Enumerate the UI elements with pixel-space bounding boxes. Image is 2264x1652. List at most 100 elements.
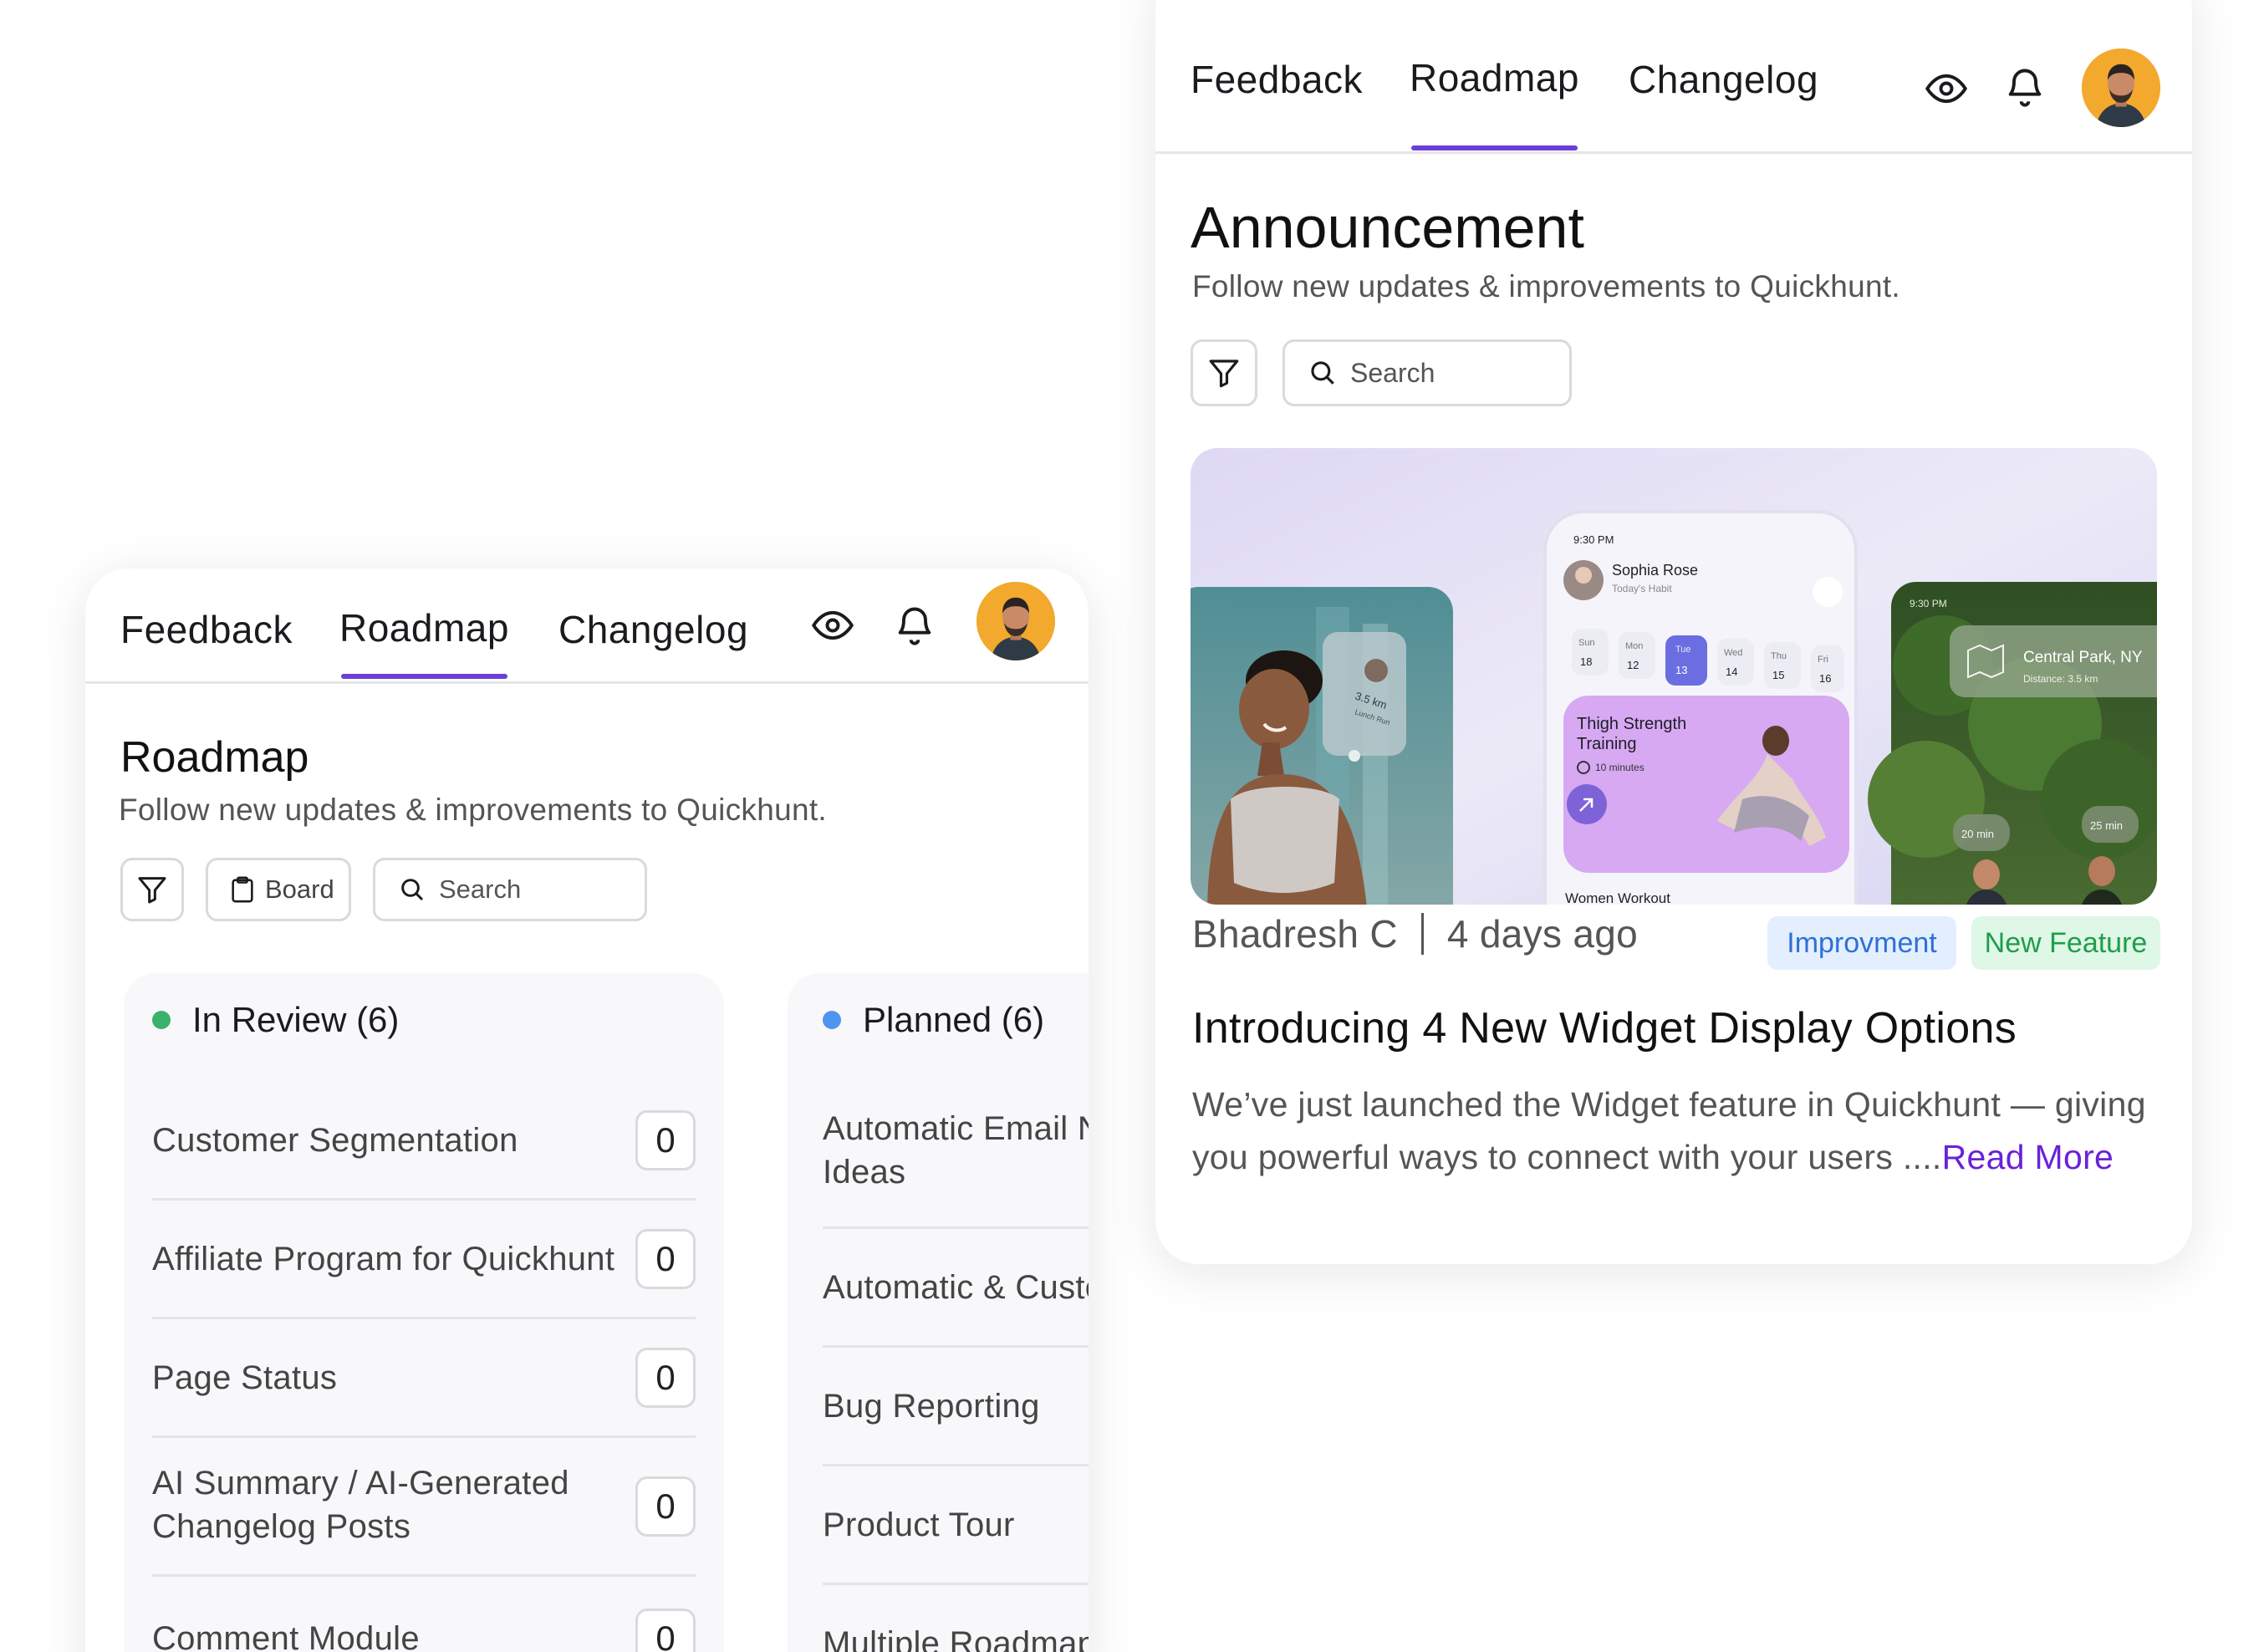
item-label: Page Status [152,1359,338,1396]
page-subtitle: Follow new updates & improvements to Qui… [1192,269,1900,303]
list-item[interactable]: Page Status 0 [152,1319,696,1438]
list-item[interactable]: Automatic Email N Ideas [823,1082,1089,1229]
meta-divider [1420,913,1424,955]
status-dot [152,1011,171,1029]
vote-count[interactable]: 0 [635,1229,696,1289]
tab-changelog[interactable]: Changelog [1629,57,1818,102]
right-card-chip: 25 min [2090,819,2123,832]
board-button-label: Board [265,874,334,904]
item-label: Bug Reporting [823,1388,1040,1425]
item-label: Changelog Posts [152,1508,411,1545]
top-nav: Feedback Roadmap Changelog [1155,0,2192,154]
list-item[interactable]: Affiliate Program for Quickhunt 0 [152,1201,696,1319]
workout-title: Thigh Strength [1577,715,1686,733]
date-label: 13 [1675,664,1687,676]
list-item[interactable]: Bug Reporting [823,1348,1089,1466]
date-label: 12 [1627,659,1639,671]
item-label: Automatic Email N [823,1110,1089,1147]
tab-roadmap[interactable]: Roadmap [339,605,509,679]
tab-feedback[interactable]: Feedback [1191,57,1363,102]
read-more-link[interactable]: Read More [1942,1138,2114,1176]
filter-button[interactable] [120,858,184,921]
bell-icon[interactable] [893,604,936,647]
eye-icon[interactable] [811,604,854,647]
phone-time: 9:30 PM [1573,533,1614,546]
filter-button[interactable] [1191,339,1257,406]
column-header: In Review (6) [152,1000,399,1040]
day-label: Mon [1625,641,1643,651]
post-author: Bhadresh C [1192,912,1398,956]
filter-icon [1209,359,1239,388]
day-label: Fri [1818,655,1828,665]
avatar[interactable] [2082,48,2160,127]
right-card-chip: 20 min [1961,828,1994,840]
day-label: Sun [1578,638,1595,648]
item-label: Comment Module [152,1620,420,1652]
workout-duration: 10 minutes [1595,762,1644,773]
right-card-distance: Distance: 3.5 km [2023,673,2098,685]
list-item[interactable]: Customer Segmentation 0 [152,1082,696,1201]
search-icon [1311,361,1334,385]
post-title[interactable]: Introducing 4 New Widget Display Options [1192,1003,2017,1053]
date-label: 16 [1819,672,1831,685]
search-placeholder: Search [1350,357,1435,388]
search-icon [401,879,424,901]
avatar[interactable] [976,582,1055,660]
day-label: Thu [1771,651,1787,661]
post-body: We’ve just launched the Widget feature i… [1192,1078,2162,1184]
announcement-image: 3.5 km Lunch Run 9:30 PM Sophia Rose Tod… [1191,448,2157,905]
eye-icon[interactable] [1925,67,1968,110]
tab-feedback[interactable]: Feedback [120,607,293,652]
column-header: Planned (6) [823,1000,1044,1040]
status-dot [823,1011,841,1029]
column-in-review: In Review (6) Customer Segmentation 0 Af… [124,973,724,1652]
tag-new-feature[interactable]: New Feature [1971,916,2160,970]
tab-changelog[interactable]: Changelog [558,607,748,652]
vote-count[interactable]: 0 [635,1476,696,1537]
workout-title: Training [1577,735,1637,753]
vote-count[interactable]: 0 [635,1110,696,1170]
clipboard-icon [232,876,253,903]
right-card-time: 9:30 PM [1910,598,1947,609]
item-label: Multiple Roadmaps [823,1625,1089,1652]
list-item[interactable]: Comment Module 0 [152,1577,696,1652]
date-label: 18 [1580,655,1592,668]
column-title: Planned (6) [863,1000,1045,1039]
board-button[interactable]: Board [206,858,351,921]
item-label: AI Summary / AI-Generated [152,1465,569,1502]
date-label: 14 [1726,665,1737,678]
vote-count[interactable]: 0 [635,1609,696,1652]
tab-roadmap[interactable]: Roadmap [1410,55,1579,150]
item-label: Ideas [823,1154,906,1191]
list-item[interactable]: Product Tour [823,1466,1089,1585]
post-time: 4 days ago [1446,912,1638,956]
right-card-place: Central Park, NY [2023,649,2143,666]
item-label: Customer Segmentation [152,1122,518,1159]
announcement-panel: Feedback Roadmap Changelog Announcement … [1155,0,2192,1264]
bell-icon[interactable] [2003,65,2047,109]
top-nav: Feedback Roadmap Changelog [85,569,1089,684]
page-title: Announcement [1191,195,1584,260]
search-input[interactable]: Search [1282,339,1572,406]
page-title: Roadmap [120,733,309,782]
post-meta: Bhadresh C 4 days ago [1192,911,1638,956]
search-placeholder: Search [439,874,522,904]
search-input[interactable]: Search [373,858,647,921]
phone-user: Sophia Rose [1612,562,1698,579]
item-label: Affiliate Program for Quickhunt [152,1241,615,1277]
phone-section: Women Workout [1565,890,1670,905]
item-label: Product Tour [823,1507,1015,1543]
column-title: In Review (6) [192,1000,400,1039]
item-label: Automatic & Custon [823,1269,1089,1306]
list-item[interactable]: AI Summary / AI-Generated Changelog Post… [152,1438,696,1577]
list-item[interactable]: Multiple Roadmaps [823,1585,1089,1652]
vote-count[interactable]: 0 [635,1348,696,1408]
phone-user-sub: Today's Habit [1612,583,1672,594]
roadmap-panel: Feedback Roadmap Changelog Roadmap Follo… [85,569,1089,1652]
page-subtitle: Follow new updates & improvements to Qui… [119,793,827,827]
list-item[interactable]: Automatic & Custon [823,1229,1089,1348]
tag-improvement[interactable]: Improvment [1767,916,1956,970]
date-label: 15 [1772,669,1784,681]
column-planned: Planned (6) Automatic Email N Ideas Auto… [788,973,1089,1652]
day-label: Wed [1724,648,1742,658]
